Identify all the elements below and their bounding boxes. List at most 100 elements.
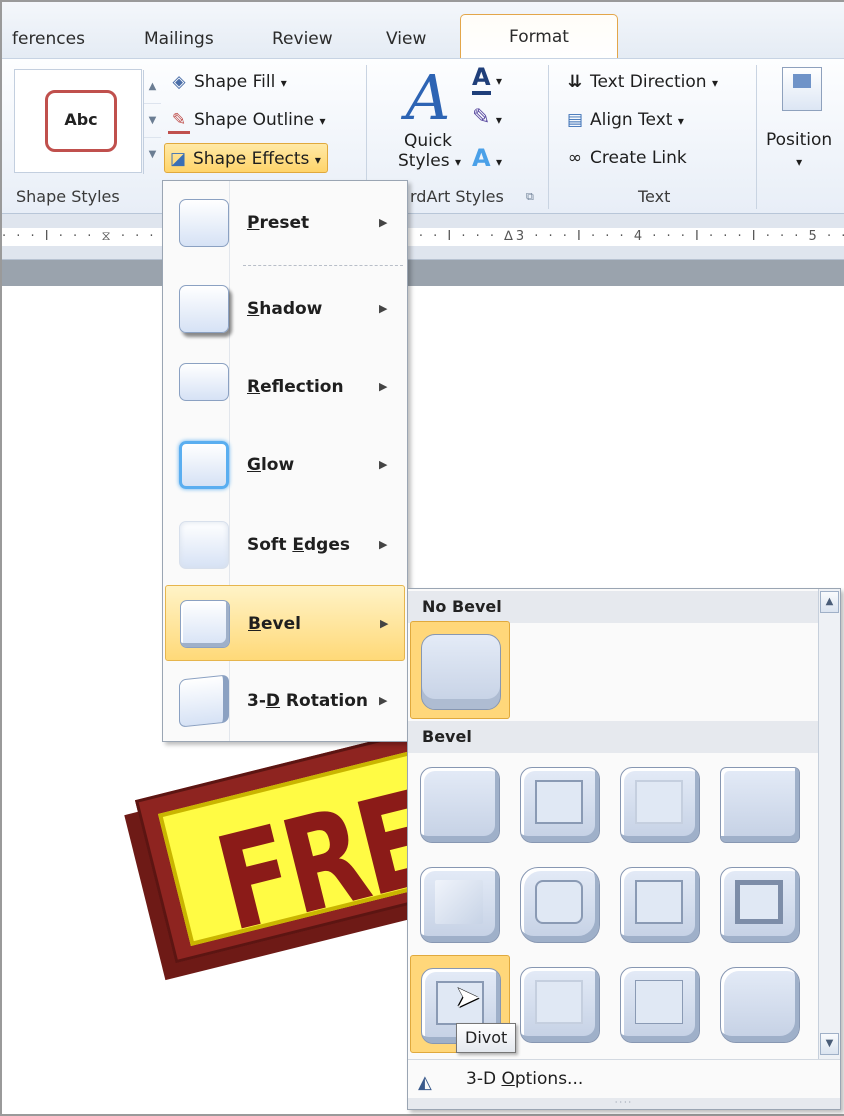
bevel-option-soft-round[interactable] [510,855,610,953]
bevel-option-relaxed-inset[interactable] [510,755,610,853]
bevel-swatch [520,867,600,943]
text-direction-button[interactable]: ⇊ Text Direction ▾ [564,67,718,97]
glow-icon [179,441,229,489]
submenu-arrow-icon: ▶ [379,458,388,471]
bevel-swatch [420,767,500,843]
text-direction-icon: ⇊ [567,72,583,92]
bevel-swatch [720,767,800,843]
menu-item-3d-rotation[interactable]: 3-D Rotation ▶ [165,663,405,739]
bevel-swatch [720,967,800,1043]
3d-options-menu-item[interactable]: 3-D Options... [466,1060,583,1098]
chain-link-icon: ∞ [567,148,583,168]
shape-effects-menu: Preset ▶ Shadow ▶ Reflection ▶ Glow ▶ So… [162,180,408,742]
quick-styles-button[interactable]: Quick Styles ▾ [398,131,461,171]
ruler-scale: · · · I · · · ⧖ · · · I · · · I · · · I … [2,228,844,246]
horizontal-ruler[interactable]: · · · I · · · ⧖ · · · I · · · I · · · I … [2,214,844,260]
bevel-option-hard-edge[interactable] [610,955,710,1053]
bevel-option-circle[interactable] [410,755,510,853]
text-fill-icon: A [472,63,491,95]
bevel-option-convex[interactable] [610,855,710,953]
text-effects-button[interactable]: A ▾ [472,143,502,173]
menu-separator [243,265,403,266]
bevel-swatch [620,867,700,943]
document-top-margin [2,260,844,286]
shape-effects-button[interactable]: ◪ Shape Effects ▾ [164,143,328,173]
text-effects-icon: A [472,144,491,172]
resize-grip[interactable]: ···· [408,1098,840,1109]
shape-effects-icon: ◪ [169,149,187,169]
bevel-option-angle[interactable] [410,855,510,953]
ribbon-tab-bar: ferences Mailings Review View Format [2,2,844,62]
bevel-option-none[interactable] [410,621,510,719]
menu-item-reflection[interactable]: Reflection ▶ [165,349,405,425]
menu-item-soft-edges[interactable]: Soft Edges ▶ [165,507,405,583]
bevel-option-slope[interactable] [710,855,810,953]
shape-style-thumbnail[interactable]: Abc [45,90,117,152]
gallery-down-icon[interactable]: ▼ [144,104,161,138]
text-fill-button[interactable]: A ▾ [472,63,502,95]
bevel-option-riblet[interactable] [510,955,610,1053]
menu-item-preset[interactable]: Preset ▶ [165,185,405,261]
bevel-swatch [620,767,700,843]
bevel-swatch [520,967,600,1043]
picture-icon [793,74,811,88]
3d-rotation-icon [179,674,229,728]
submenu-arrow-icon: ▶ [379,694,388,707]
bevel-header: Bevel [408,721,818,753]
text-outline-button[interactable]: ✎ ▾ [472,103,502,133]
bevel-gallery: No Bevel Bevel ➤ Divot ▲ ▼ ◭ 3-D Options… [407,588,841,1110]
paint-bucket-icon: ◈ [172,72,186,92]
gallery-footer: ◭ 3-D Options... ···· [408,1059,840,1109]
tab-references[interactable]: ferences [12,24,85,54]
no-bevel-swatch [421,634,501,710]
tab-view[interactable]: View [386,24,426,54]
preset-icon [179,199,229,247]
menu-item-glow[interactable]: Glow ▶ [165,427,405,503]
submenu-arrow-icon: ▶ [379,538,388,551]
bevel-option-cross[interactable] [610,755,710,853]
tab-review[interactable]: Review [272,24,333,54]
dialog-launcher-icon[interactable]: ⧉ [526,185,534,209]
bevel-swatch [420,867,500,943]
scroll-up-icon[interactable]: ▲ [820,591,839,613]
position-button[interactable]: Position ▾ [766,129,832,169]
gallery-scrollbar[interactable]: ▲ ▼ ▼ [143,70,161,174]
gallery-scrollbar[interactable]: ▲ ▼ [818,589,840,1059]
tab-mailings[interactable]: Mailings [144,24,214,54]
bevel-option-art-deco[interactable] [710,955,810,1053]
no-bevel-header: No Bevel [408,591,818,623]
gallery-up-icon[interactable]: ▲ [144,70,161,104]
shape-fill-button[interactable]: ◈ Shape Fill ▾ [168,67,286,97]
submenu-arrow-icon: ▶ [379,216,388,229]
menu-item-shadow[interactable]: Shadow ▶ [165,271,405,347]
quick-styles-icon[interactable]: A [398,63,458,133]
group-label-shape-styles: Shape Styles [16,187,120,206]
shadow-icon [179,285,229,333]
position-icon[interactable] [782,67,822,111]
mouse-pointer-icon: ➤ [455,980,481,1015]
gallery-more-icon[interactable]: ▼ [144,138,161,172]
group-separator [756,65,757,209]
group-label-text: Text [638,187,671,206]
bevel-swatch [720,867,800,943]
submenu-arrow-icon: ▶ [379,380,388,393]
pen-outline-icon: ✎ [168,109,190,134]
soft-edges-icon [179,521,229,569]
bevel-icon [180,600,230,648]
align-text-button[interactable]: ▤ Align Text ▾ [564,105,684,135]
reflection-icon [179,363,229,401]
tab-format[interactable]: Format [460,14,618,62]
shape-outline-button[interactable]: ✎ Shape Outline ▾ [168,105,326,135]
bevel-option-cool-slant[interactable] [710,755,810,853]
scroll-down-icon[interactable]: ▼ [820,1033,839,1055]
menu-item-bevel[interactable]: Bevel ▶ [165,585,405,661]
create-link-button[interactable]: ∞ Create Link [564,143,687,173]
submenu-arrow-icon: ▶ [380,617,389,630]
text-outline-icon: ✎ [472,105,491,130]
3d-options-icon: ◭ [418,1072,432,1093]
shape-styles-gallery[interactable]: Abc ▲ ▼ ▼ [14,69,161,174]
ribbon: Abc ▲ ▼ ▼ ◈ Shape Fill ▾ ✎ Shape Outline ▾… [2,58,844,214]
group-label-wordart-styles: rdArt Styles [410,187,504,206]
tooltip-divot: Divot [456,1023,517,1053]
align-text-icon: ▤ [566,110,584,130]
